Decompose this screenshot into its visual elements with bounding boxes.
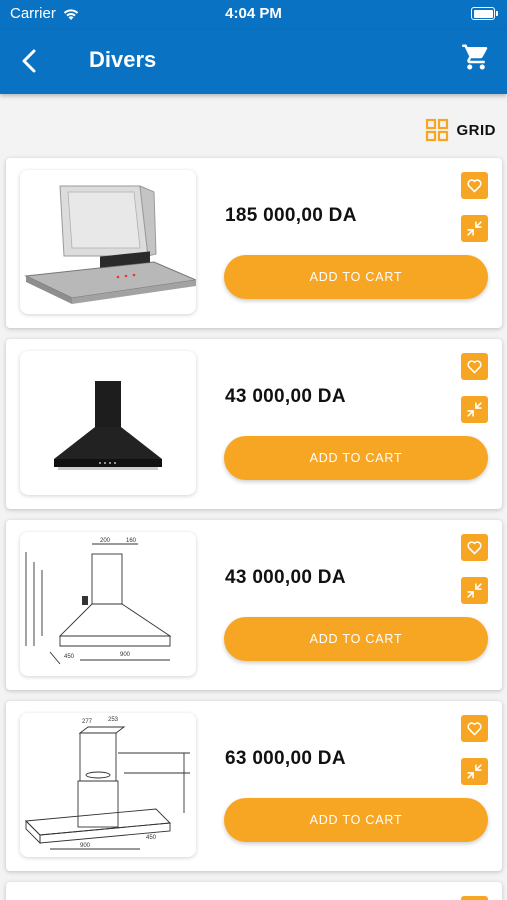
svg-text:200: 200 [100,538,111,544]
compare-button[interactable] [461,758,488,785]
product-price: 43 000,00 DA [225,567,346,588]
compare-arrows-icon [467,221,482,236]
status-bar: Carrier 4:04 PM [0,0,507,30]
add-to-cart-button[interactable]: ADD TO CART [224,617,488,661]
svg-text:450: 450 [146,835,157,841]
favorite-button[interactable] [461,172,488,199]
compare-arrows-icon [467,764,482,779]
range-hood-stainless-image [24,185,196,304]
product-price: 43 000,00 DA [225,386,346,407]
favorite-button[interactable] [461,896,488,900]
product-image[interactable]: 277 253 900 450 [20,713,196,857]
compare-button[interactable] [461,215,488,242]
compare-arrows-icon [467,583,482,598]
product-card[interactable]: 200 160 900 450 43 000,00 DA ADD TO CART [6,520,502,690]
range-hood-diagram-image: 200 160 900 450 [25,538,172,665]
product-price: 185 000,00 DA [225,205,357,226]
svg-text:900: 900 [80,843,91,849]
compare-button[interactable] [461,396,488,423]
grid-label: GRID [456,121,496,139]
range-hood-black-image [54,381,162,470]
compare-button[interactable] [461,577,488,604]
page-title: Divers [89,47,157,72]
svg-text:277: 277 [82,719,93,725]
add-to-cart-button[interactable]: ADD TO CART [224,436,488,480]
product-card-partial[interactable] [6,882,502,900]
favorite-button[interactable] [461,534,488,561]
svg-text:450: 450 [64,654,75,660]
cart-button[interactable] [461,42,491,72]
product-image[interactable] [20,170,196,314]
add-to-cart-button[interactable]: ADD TO CART [224,255,488,299]
clock: 4:04 PM [225,5,282,22]
product-image[interactable]: 200 160 900 450 [20,532,196,676]
product-image[interactable] [20,351,196,495]
svg-text:900: 900 [120,652,131,658]
heart-icon [467,360,482,374]
product-price: 63 000,00 DA [225,748,346,769]
grid-icon [425,118,448,142]
product-card[interactable]: 43 000,00 DA ADD TO CART [6,339,502,509]
heart-icon [467,541,482,555]
favorite-button[interactable] [461,353,488,380]
product-card[interactable]: 185 000,00 DA ADD TO CART [6,158,502,328]
range-hood-island-diagram-image: 277 253 900 450 [25,717,190,850]
shopping-cart-icon [462,44,488,70]
product-card[interactable]: 277 253 900 450 63 000,00 DA ADD TO CART [6,701,502,871]
app-bar: Divers [0,30,507,94]
svg-text:160: 160 [126,538,137,544]
product-list: 185 000,00 DA ADD TO CART 43 000,00 DA A… [6,158,502,900]
heart-icon [467,722,482,736]
add-to-cart-button[interactable]: ADD TO CART [224,798,488,842]
back-button[interactable] [14,44,44,78]
grid-view-toggle[interactable]: GRID [425,118,497,142]
chevron-left-icon [22,49,36,73]
battery-icon [471,7,498,20]
favorite-button[interactable] [461,715,488,742]
compare-arrows-icon [467,402,482,417]
svg-text:253: 253 [108,717,119,723]
heart-icon [467,179,482,193]
